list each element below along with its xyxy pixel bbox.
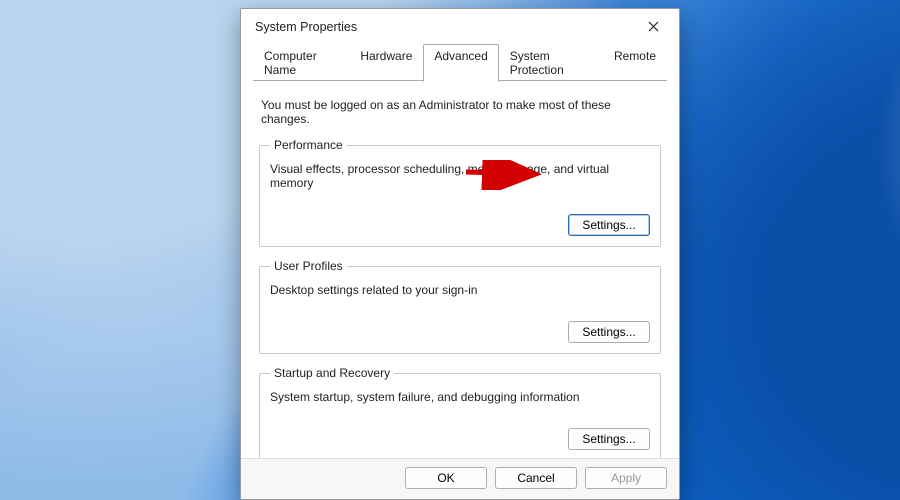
- group-user-profiles: User Profiles Desktop settings related t…: [259, 259, 661, 354]
- tab-remote[interactable]: Remote: [603, 44, 667, 82]
- group-startup-recovery-legend: Startup and Recovery: [270, 366, 394, 380]
- group-startup-recovery: Startup and Recovery System startup, sys…: [259, 366, 661, 458]
- dialog-title: System Properties: [255, 20, 637, 34]
- close-button[interactable]: [637, 15, 669, 39]
- group-user-profiles-legend: User Profiles: [270, 259, 347, 273]
- startup-recovery-settings-button[interactable]: Settings...: [568, 428, 650, 450]
- tab-advanced[interactable]: Advanced: [423, 44, 498, 82]
- dialog-footer: OK Cancel Apply: [241, 458, 679, 499]
- group-user-profiles-desc: Desktop settings related to your sign-in: [270, 283, 650, 297]
- cancel-button[interactable]: Cancel: [495, 467, 577, 489]
- ok-button[interactable]: OK: [405, 467, 487, 489]
- user-profiles-settings-button[interactable]: Settings...: [568, 321, 650, 343]
- group-performance-legend: Performance: [270, 138, 347, 152]
- performance-settings-button[interactable]: Settings...: [568, 214, 650, 236]
- tabstrip: Computer Name Hardware Advanced System P…: [241, 43, 679, 82]
- titlebar: System Properties: [241, 9, 679, 43]
- admin-note: You must be logged on as an Administrato…: [261, 98, 659, 126]
- tab-computer-name[interactable]: Computer Name: [253, 44, 349, 82]
- group-performance-desc: Visual effects, processor scheduling, me…: [270, 162, 650, 190]
- group-startup-recovery-desc: System startup, system failure, and debu…: [270, 390, 650, 404]
- tab-content-advanced: You must be logged on as an Administrato…: [241, 82, 679, 458]
- tab-system-protection[interactable]: System Protection: [499, 44, 603, 82]
- group-performance: Performance Visual effects, processor sc…: [259, 138, 661, 247]
- tab-hardware[interactable]: Hardware: [349, 44, 423, 82]
- system-properties-dialog: System Properties Computer Name Hardware…: [240, 8, 680, 500]
- close-icon: [648, 19, 659, 36]
- apply-button[interactable]: Apply: [585, 467, 667, 489]
